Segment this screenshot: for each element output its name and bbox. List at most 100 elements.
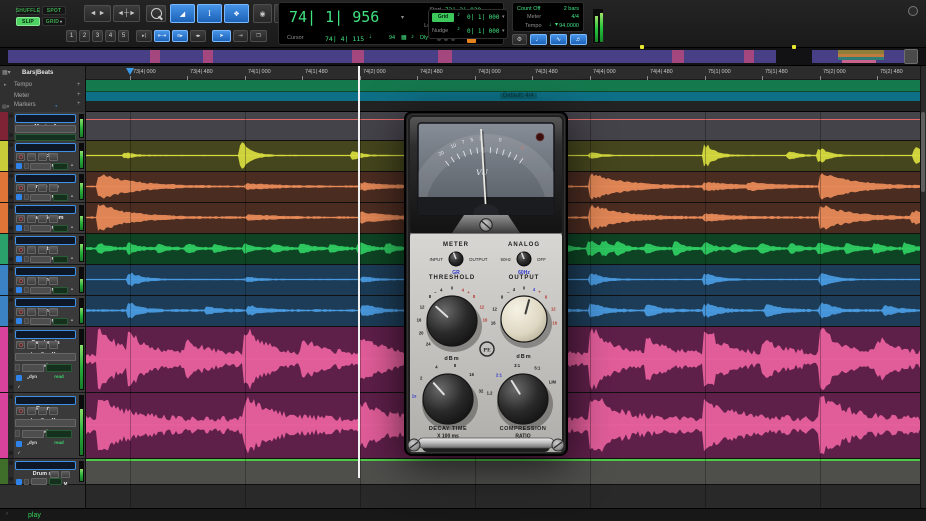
tab-to-transient-button[interactable]: ▸| xyxy=(136,30,152,42)
mode-spot-button[interactable]: SPOT xyxy=(42,6,66,15)
solo-button[interactable]: S xyxy=(38,246,47,254)
chevron-down-icon[interactable]: ▾ xyxy=(502,14,505,20)
track-name[interactable]: Tom 1 xyxy=(15,267,76,276)
automation-mode-selector[interactable]: read xyxy=(53,287,68,294)
mute-button[interactable]: M xyxy=(49,407,58,415)
track-view-selector[interactable]: wave xyxy=(30,225,51,232)
automation-mode-selector[interactable]: read xyxy=(15,134,76,141)
meter-source-switch[interactable] xyxy=(449,252,463,266)
record-enable-button[interactable] xyxy=(16,184,25,192)
record-enable-button[interactable] xyxy=(16,308,25,316)
automation-mode-selector[interactable]: read xyxy=(49,478,62,485)
rack-handle[interactable] xyxy=(418,438,554,448)
main-counter-value[interactable]: 74| 1| 956 xyxy=(289,8,379,26)
input-monitor-button[interactable]: I xyxy=(27,341,36,349)
duplicate-button[interactable]: ⇥ xyxy=(233,30,248,42)
input-monitor-button[interactable]: I xyxy=(27,246,36,254)
grid-value[interactable]: 0| 1| 000 xyxy=(467,14,500,21)
track-header[interactable]: Tom 2ISM✓waveread▲ xyxy=(0,296,86,327)
elastic-audio-icon[interactable]: ▲ xyxy=(70,224,74,229)
note-small-icon[interactable]: ♪ xyxy=(411,34,414,40)
automation-mode-selector[interactable]: read xyxy=(46,430,72,438)
solo-button[interactable]: S xyxy=(38,341,47,349)
zoomer-tool-button[interactable] xyxy=(146,5,166,22)
zoom-preset-4[interactable]: 4 xyxy=(105,30,116,42)
mute-button[interactable]: M xyxy=(49,341,58,349)
solo-button[interactable]: S xyxy=(38,184,47,192)
insert-selector[interactable]: dyn xyxy=(22,430,44,438)
playback-start-marker[interactable] xyxy=(126,68,134,75)
freeze-box[interactable] xyxy=(24,479,29,485)
track-lane[interactable] xyxy=(86,459,920,485)
freeze-box[interactable] xyxy=(24,163,29,169)
record-enable-button[interactable] xyxy=(16,277,25,285)
universe-overview[interactable] xyxy=(0,48,926,66)
track-name[interactable]: Master 1 xyxy=(15,114,76,123)
track-name[interactable]: Snare Bottom xyxy=(15,205,76,214)
solo-button[interactable]: S xyxy=(38,277,47,285)
meter-label[interactable]: Meter xyxy=(527,14,541,20)
zoom-preset-3[interactable]: 3 xyxy=(92,30,103,42)
track-name[interactable]: Snare Top xyxy=(15,174,76,183)
elastic-audio-icon[interactable]: ▲ xyxy=(70,286,74,291)
timebase-checkbox[interactable]: ✓ xyxy=(16,256,22,262)
mute-button[interactable]: M xyxy=(49,153,58,161)
input-monitor-button[interactable]: I xyxy=(27,184,36,192)
input-monitor-button[interactable]: I xyxy=(27,308,36,316)
grid-label[interactable]: Grid xyxy=(432,13,454,22)
input-monitor-button[interactable]: I xyxy=(27,277,36,285)
automation-mode-selector[interactable]: read xyxy=(53,225,68,232)
transport-setup-button[interactable]: ⚙ xyxy=(512,34,527,45)
ruler-row-markers[interactable]: Markers xyxy=(14,102,36,108)
track-view-selector[interactable]: volume xyxy=(15,125,76,133)
track-name[interactable]: Hats xyxy=(15,236,76,245)
freeze-box[interactable] xyxy=(24,225,29,231)
track-list-icon[interactable]: ▤▾ xyxy=(2,104,9,110)
ruler-row-bars-beats[interactable]: Bars|Beats xyxy=(22,70,53,76)
record-enable-button[interactable] xyxy=(16,246,25,254)
add-tempo-icon[interactable]: + xyxy=(77,82,81,88)
freeze-box[interactable] xyxy=(24,287,29,293)
elastic-audio-icon[interactable]: ▲ xyxy=(26,375,30,380)
mute-button[interactable]: M xyxy=(49,184,58,192)
automation-mode-selector[interactable]: read xyxy=(53,318,68,325)
mute-button[interactable]: M xyxy=(49,277,58,285)
track-header[interactable]: Snare TopISM✓waveread▲ xyxy=(0,172,86,203)
timebase-checkbox[interactable]: ✓ xyxy=(16,375,22,381)
elastic-audio-icon[interactable]: ▲ xyxy=(70,317,74,322)
track-view-selector[interactable]: wave xyxy=(30,256,51,263)
timebase-checkbox[interactable]: ✓ xyxy=(16,194,22,200)
track-view-selector[interactable]: wave xyxy=(30,194,51,201)
link-track-selection-button[interactable]: ≡▸ xyxy=(172,30,188,42)
track-header[interactable]: OverheadsISMwaveformdynread✓▲ xyxy=(0,327,86,393)
zoom-preset-1[interactable]: 1 xyxy=(66,30,77,42)
input-monitor-button[interactable]: I xyxy=(27,153,36,161)
track-header[interactable]: Tom 1ISM✓waveread▲ xyxy=(0,265,86,296)
timeline-marker-dot[interactable] xyxy=(640,45,644,49)
freeze-box[interactable] xyxy=(24,194,29,200)
meter-ruler[interactable]: Default: 4/4 xyxy=(86,92,926,101)
delay-compensation-label[interactable]: Dly xyxy=(420,35,428,41)
timebase-checkbox[interactable]: ✓ xyxy=(16,225,22,231)
insertion-follows-playback-button[interactable]: ◂▸ xyxy=(190,30,206,42)
solo-button[interactable]: S xyxy=(38,153,47,161)
freeze-box[interactable] xyxy=(24,256,29,262)
edit-target-icon[interactable]: ◔ xyxy=(54,104,58,110)
elastic-audio-icon[interactable]: ▲ xyxy=(70,255,74,260)
freeze-box[interactable] xyxy=(15,364,20,371)
toolbar-options-button[interactable] xyxy=(908,6,918,16)
timeline-marker-dot[interactable] xyxy=(792,45,796,49)
insert-selector[interactable]: dyn xyxy=(22,364,44,372)
track-header[interactable]: Drum subSM✓volread xyxy=(0,459,86,485)
nudge-value[interactable]: 0| 1| 000 xyxy=(467,28,500,35)
zoom-horizontal-button[interactable]: ◄ ► xyxy=(84,5,111,22)
record-enable-button[interactable] xyxy=(16,153,25,161)
universe-view-button[interactable] xyxy=(904,49,918,64)
ruler-row-tempo[interactable]: Tempo xyxy=(14,82,32,88)
link-timeline-selection-button[interactable]: ⇤⇥ xyxy=(154,30,170,42)
mode-grid-button[interactable]: GRID▾ xyxy=(42,17,66,26)
track-name[interactable]: Kick xyxy=(15,143,76,152)
scrollbar-thumb[interactable] xyxy=(921,112,925,192)
timebase-checkbox[interactable]: ✓ xyxy=(16,287,22,293)
mouse-edit-button[interactable]: ➤ xyxy=(212,30,231,42)
